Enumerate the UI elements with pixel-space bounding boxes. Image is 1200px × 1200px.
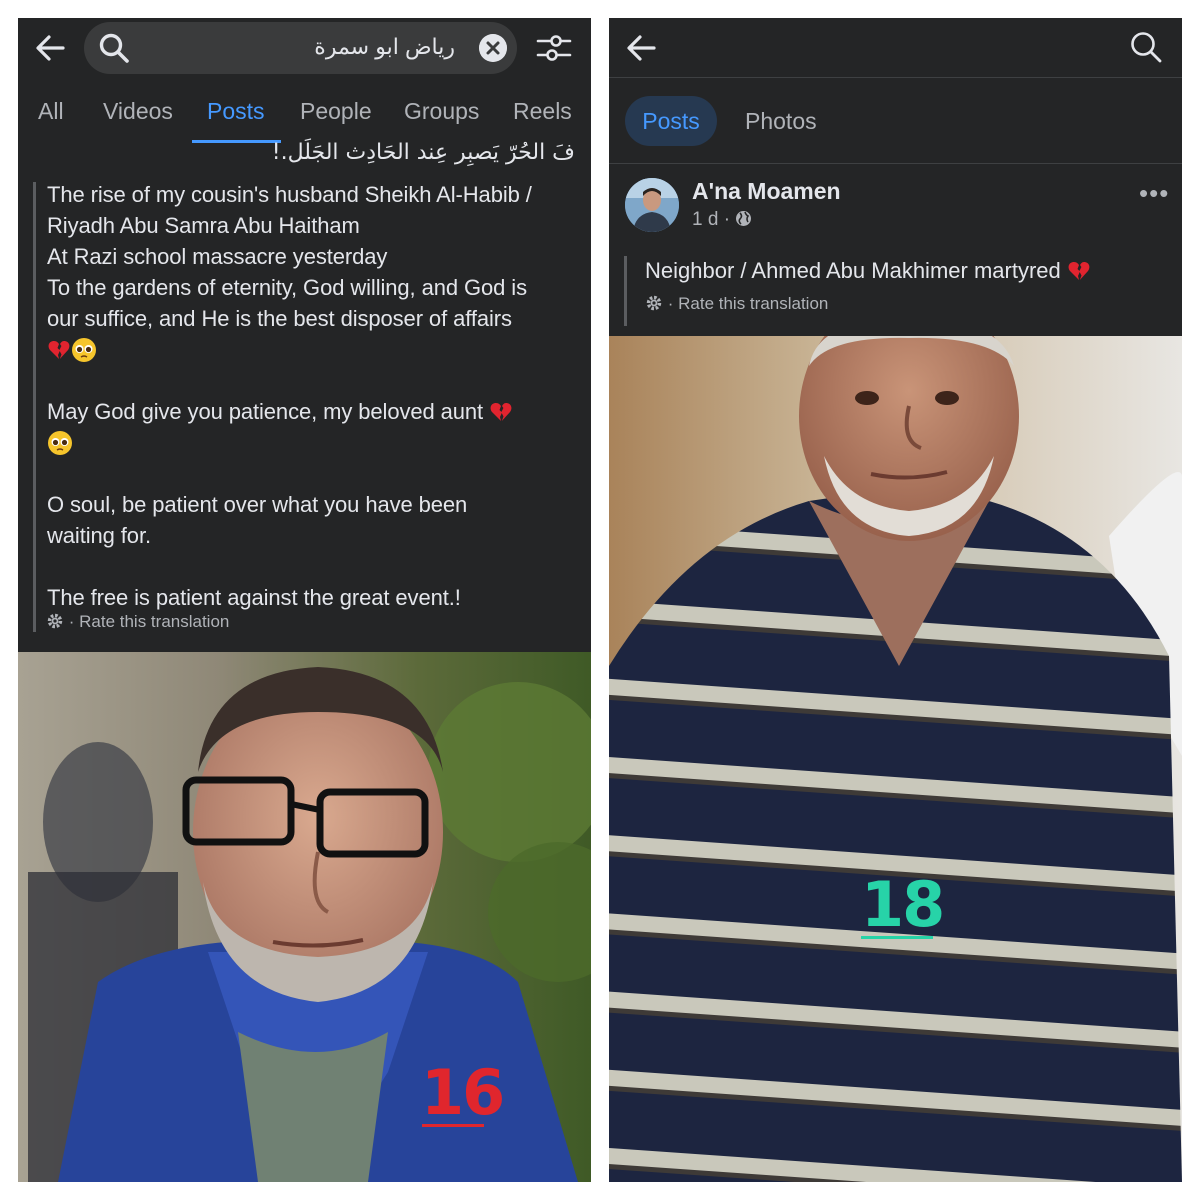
post-meta: 1 d ·	[692, 209, 752, 231]
search-bar-row: رياض ابو سمرة	[18, 18, 591, 82]
number-underline	[861, 936, 933, 939]
post-translation: The rise of my cousin's husband Sheikh A…	[33, 182, 578, 632]
rate-translation-label: Rate this translation	[678, 294, 829, 313]
back-arrow-icon[interactable]	[32, 30, 68, 66]
post-original-text: فَ الحُرّ يَصبِر عِند الحَادِث الجَلَل.!	[271, 140, 575, 165]
top-bar	[609, 18, 1182, 78]
portrait-photo-man-striped-shirt	[609, 336, 1182, 1182]
tab-reels[interactable]: Reels	[513, 98, 572, 125]
broken-heart-icon	[490, 403, 512, 421]
avatar-photo	[625, 178, 679, 232]
post-author-name[interactable]: A'na Moamen	[692, 178, 841, 205]
back-arrow-icon[interactable]	[623, 30, 659, 66]
more-options-icon[interactable]: •••	[1139, 178, 1169, 209]
tab-videos[interactable]: Videos	[103, 98, 173, 125]
translation-line: At Razi school massacre yesterday	[47, 244, 388, 269]
filter-settings-icon[interactable]	[534, 30, 574, 66]
search-icon[interactable]	[1129, 30, 1163, 64]
post-photo[interactable]: 16	[18, 652, 591, 1182]
broken-heart-icon	[48, 341, 70, 359]
search-filter-tabs: All Videos Posts People Groups Reels	[18, 90, 591, 143]
gear-icon	[646, 295, 662, 311]
search-input[interactable]: رياض ابو سمرة	[84, 22, 517, 74]
dot-separator: ·	[718, 209, 736, 230]
translation-line: The rise of my cousin's husband Sheikh A…	[47, 182, 532, 207]
profile-posts-screen: Posts Photos A'na Moamen 1 d · ••• Neigh…	[609, 18, 1182, 1182]
avatar[interactable]	[625, 178, 679, 232]
post-translation: Neighbor / Ahmed Abu Makhimer martyred ·…	[624, 256, 1169, 326]
translation-line: To the gardens of eternity, God willing,…	[47, 275, 527, 300]
emoji-line	[47, 430, 73, 456]
clear-search-icon[interactable]	[479, 34, 507, 62]
post-time: 1 d	[692, 209, 719, 230]
emoji-line	[47, 337, 97, 363]
tab-posts[interactable]: Posts	[625, 96, 717, 146]
tab-posts[interactable]: Posts	[207, 98, 265, 125]
dot-separator: ·	[667, 294, 679, 313]
translation-line: waiting for.	[47, 523, 151, 548]
post-photo[interactable]: 18	[609, 336, 1182, 1182]
search-query-text: رياض ابو سمرة	[314, 34, 455, 59]
translation-line: May God give you patience, my beloved au…	[47, 399, 513, 425]
rate-translation-label: Rate this translation	[79, 612, 230, 631]
broken-heart-icon	[1068, 262, 1090, 280]
active-tab-indicator	[192, 140, 281, 143]
tab-posts-label: Posts	[642, 108, 700, 134]
translation-line: O soul, be patient over what you have be…	[47, 492, 468, 517]
tab-all[interactable]: All	[38, 98, 64, 125]
translation-line: Riyadh Abu Samra Abu Haitham	[47, 213, 360, 238]
rate-translation-link[interactable]: · Rate this translation	[46, 612, 229, 632]
portrait-photo-man-glasses	[18, 652, 591, 1182]
search-icon	[99, 33, 129, 63]
translation-text: May God give you patience, my beloved au…	[47, 399, 484, 424]
translation-line: Neighbor / Ahmed Abu Makhimer martyred	[645, 258, 1091, 284]
rate-translation-link[interactable]: · Rate this translation	[645, 294, 828, 314]
gear-icon	[47, 613, 63, 629]
number-underline	[422, 1124, 484, 1127]
translation-line: our suffice, and He is the best disposer…	[47, 306, 512, 331]
tab-photos[interactable]: Photos	[745, 108, 817, 135]
tab-groups[interactable]: Groups	[404, 98, 479, 125]
profile-tabs: Posts Photos	[609, 78, 1182, 164]
tab-people[interactable]: People	[300, 98, 372, 125]
translation-text: Neighbor / Ahmed Abu Makhimer martyred	[645, 258, 1061, 283]
photo-number-label: 18	[861, 868, 945, 941]
pleading-face-icon	[72, 338, 96, 362]
search-results-screen: رياض ابو سمرة All Videos Posts People Gr…	[18, 18, 591, 1182]
globe-icon	[736, 211, 752, 226]
pleading-face-icon	[48, 431, 72, 455]
dot-separator: ·	[68, 612, 80, 631]
translation-line: The free is patient against the great ev…	[47, 585, 461, 610]
photo-number-label: 16	[421, 1056, 505, 1129]
